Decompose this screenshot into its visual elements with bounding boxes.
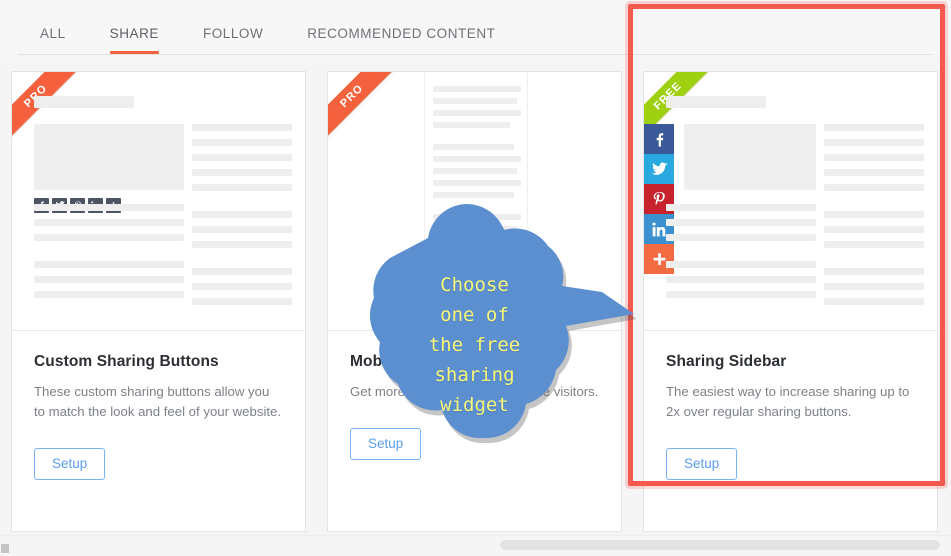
resize-corner-icon [1, 544, 9, 553]
card-description: These custom sharing buttons allow you t… [34, 384, 282, 419]
skeleton-hero-image [684, 124, 816, 190]
tab-recommended-content-label: RECOMMENDED CONTENT [307, 26, 496, 41]
skeleton-right-column [824, 124, 924, 313]
card-sharing-sidebar[interactable]: FREE [643, 71, 938, 532]
scrollbar-thumb[interactable] [500, 540, 940, 550]
tab-all-label: ALL [40, 26, 66, 41]
tab-list: ALL SHARE FOLLOW RECOMMENDED CONTENT [18, 26, 517, 54]
tab-all[interactable]: ALL [18, 26, 88, 54]
card-title: Sharing Sidebar [666, 353, 787, 370]
card-custom-sharing-buttons[interactable]: PRO [11, 71, 306, 532]
setup-button[interactable]: Setup [666, 448, 738, 480]
tab-share[interactable]: SHARE [88, 26, 181, 54]
skeleton-header-bar [34, 96, 134, 108]
card-description: The easiest way to increase sharing up t… [666, 384, 910, 419]
skeleton-hero-image [34, 124, 184, 190]
tab-follow[interactable]: FOLLOW [181, 26, 285, 54]
tab-recommended-content[interactable]: RECOMMENDED CONTENT [285, 26, 517, 54]
setup-button[interactable]: Setup [34, 448, 106, 480]
horizontal-scrollbar[interactable] [0, 535, 951, 556]
callout-text: Choose one of the free sharing widget [428, 274, 521, 416]
skeleton-left-column [666, 204, 816, 306]
preview-custom-sharing-buttons: PRO [12, 72, 305, 331]
tab-bar-divider [18, 54, 933, 55]
skeleton-right-column [192, 124, 292, 313]
ribbon-pro: PRO [328, 72, 401, 145]
tab-share-label: SHARE [109, 26, 159, 41]
twitter-icon [644, 154, 674, 184]
card-body-custom-sharing-buttons: Custom Sharing Buttons These custom shar… [12, 331, 305, 480]
card-title: Custom Sharing Buttons [34, 353, 219, 370]
skeleton-left-column [34, 204, 184, 306]
preview-sharing-sidebar: FREE [644, 72, 937, 331]
tab-follow-label: FOLLOW [202, 26, 264, 41]
skeleton-header-bar [666, 96, 766, 108]
callout-bubble: Choose one of the free sharing widget [366, 186, 636, 506]
card-body-sharing-sidebar: Sharing Sidebar The easiest way to incre… [644, 331, 937, 480]
facebook-icon [644, 124, 674, 154]
tab-bar: ALL SHARE FOLLOW RECOMMENDED CONTENT [0, 0, 951, 57]
